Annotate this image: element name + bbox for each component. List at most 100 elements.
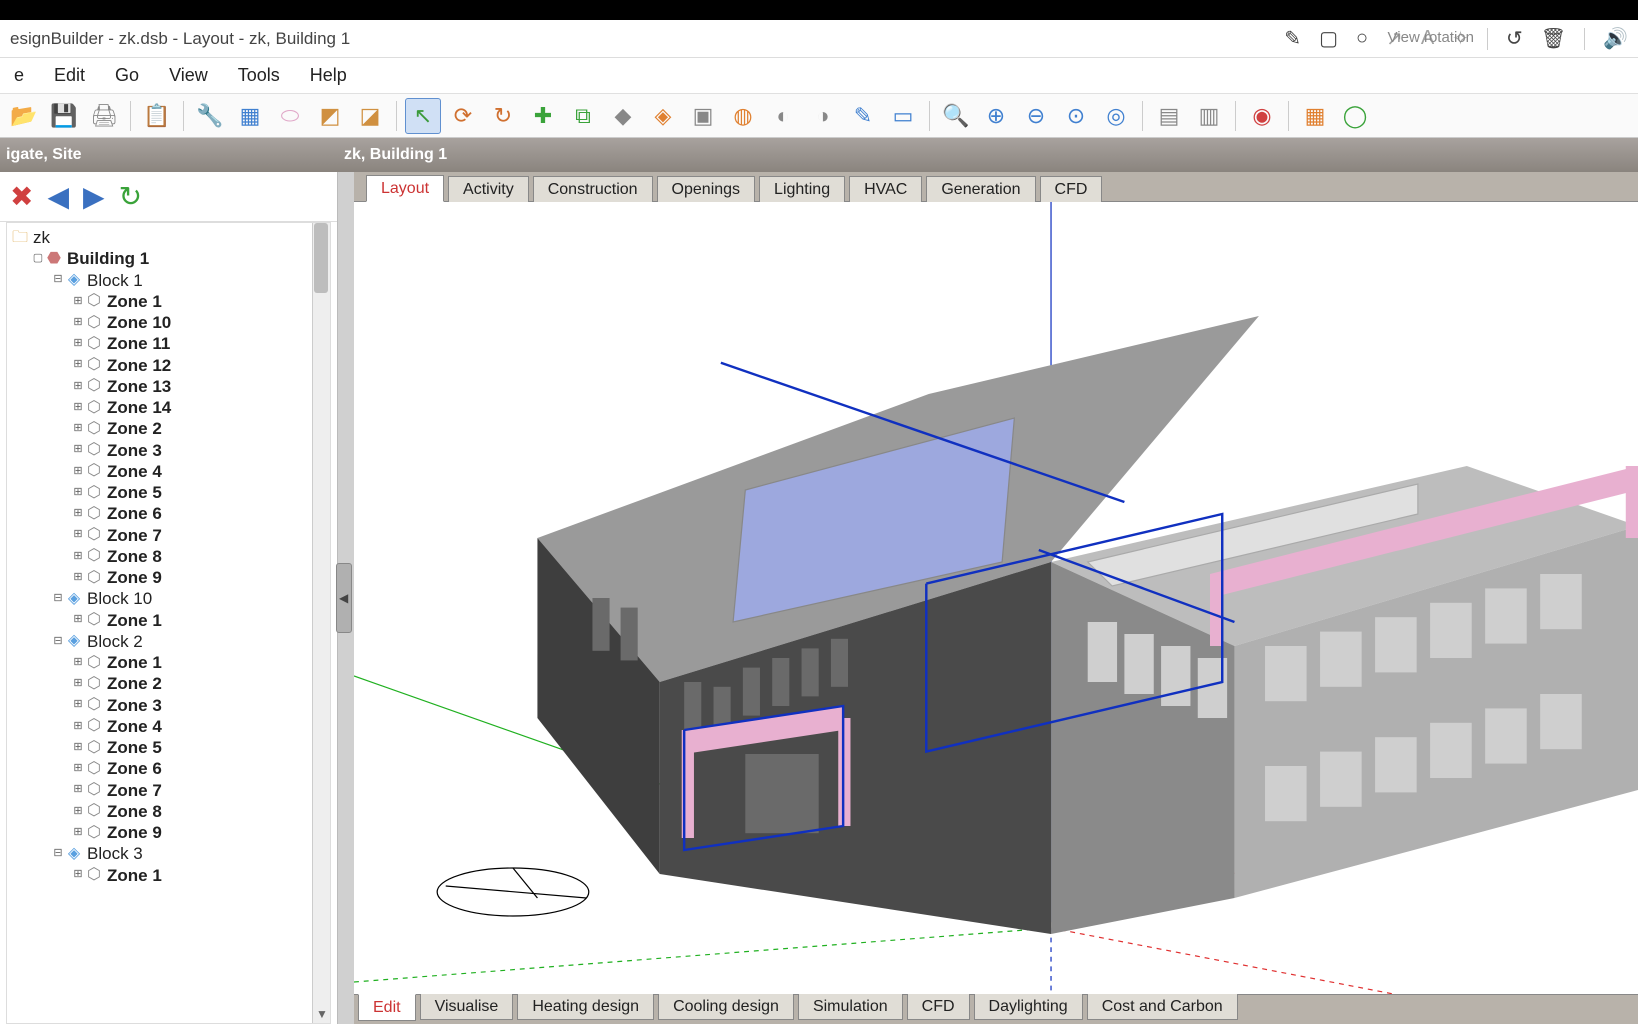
pencil-icon[interactable]: ✎: [1284, 26, 1301, 51]
tree-node-zone[interactable]: ⊞⬡Zone 1: [9, 610, 328, 631]
shade-icon[interactable]: ◈: [645, 98, 681, 134]
tab-bottom-daylighting[interactable]: Daylighting: [974, 994, 1083, 1020]
tree-node-zone[interactable]: ⊞⬡Zone 3: [9, 440, 328, 461]
lca-icon[interactable]: ◯: [1337, 98, 1373, 134]
zoomfit-icon[interactable]: ⊙: [1058, 98, 1094, 134]
menu-go[interactable]: Go: [109, 63, 145, 88]
tab-top-cfd[interactable]: CFD: [1040, 176, 1103, 202]
zoom-icon[interactable]: 🔍: [938, 98, 974, 134]
rotate-icon[interactable]: ⟳: [445, 98, 481, 134]
tree-node-zone[interactable]: ⊞⬡Zone 7: [9, 780, 328, 801]
wrench-icon[interactable]: 🔧: [192, 98, 228, 134]
tree-node-zone[interactable]: ⊞⬡Zone 1: [9, 291, 328, 312]
open-icon[interactable]: 📂: [6, 98, 42, 134]
tab-top-layout[interactable]: Layout: [366, 175, 444, 202]
menu-help[interactable]: Help: [304, 63, 353, 88]
tree-node-zone[interactable]: ⊞⬡Zone 5: [9, 482, 328, 503]
speaker-icon[interactable]: 🔊: [1603, 26, 1628, 51]
tree-node-site[interactable]: 🗀zk: [9, 227, 328, 248]
tree-node-zone[interactable]: ⊞⬡Zone 11: [9, 333, 328, 354]
tab-bottom-edit[interactable]: Edit: [358, 994, 416, 1021]
target-icon[interactable]: ◉: [1244, 98, 1280, 134]
tree-node-zone[interactable]: ⊞⬡Zone 4: [9, 461, 328, 482]
array-icon[interactable]: ⧉: [565, 98, 601, 134]
tab-bottom-heating-design[interactable]: Heating design: [517, 994, 654, 1020]
splitter-grip[interactable]: [336, 563, 352, 633]
tab-top-openings[interactable]: Openings: [657, 176, 756, 202]
tree-node-zone[interactable]: ⊞⬡Zone 9: [9, 822, 328, 843]
tree-node-zone[interactable]: ⊞⬡Zone 5: [9, 737, 328, 758]
menu-e[interactable]: e: [8, 63, 30, 88]
check-icon[interactable]: ▦: [1297, 98, 1333, 134]
menu-tools[interactable]: Tools: [232, 63, 286, 88]
tree-scrollbar[interactable]: ▲ ▼: [312, 223, 330, 1023]
tree-node-zone[interactable]: ⊞⬡Zone 2: [9, 418, 328, 439]
tree-node-zone[interactable]: ⊞⬡Zone 9: [9, 567, 328, 588]
tab-top-hvac[interactable]: HVAC: [849, 176, 922, 202]
tree-node-block[interactable]: ⊟◈Block 2: [9, 631, 328, 652]
tree-node-zone[interactable]: ⊞⬡Zone 7: [9, 525, 328, 546]
tab-bottom-simulation[interactable]: Simulation: [798, 994, 903, 1020]
scroll-down-icon[interactable]: ▼: [316, 1007, 328, 1021]
print-icon[interactable]: 🖨: [86, 98, 122, 134]
zoomin-icon[interactable]: ⊕: [978, 98, 1014, 134]
eraser-icon[interactable]: ⬭: [272, 98, 308, 134]
tree-node-zone[interactable]: ⊞⬡Zone 6: [9, 758, 328, 779]
tree-node-zone[interactable]: ⊞⬡Zone 1: [9, 652, 328, 673]
tree-node-zone[interactable]: ⊞⬡Zone 4: [9, 716, 328, 737]
add-green-icon[interactable]: ✚: [525, 98, 561, 134]
circle-icon[interactable]: ○: [1356, 27, 1368, 50]
tree-node-building[interactable]: ▢⬣Building 1: [9, 248, 328, 269]
cylinder-icon[interactable]: ◍: [725, 98, 761, 134]
tree-forward-icon[interactable]: ▶: [83, 180, 105, 213]
orbit-icon[interactable]: ↻: [485, 98, 521, 134]
tab-bottom-cooling-design[interactable]: Cooling design: [658, 994, 794, 1020]
edit-icon[interactable]: ✎: [845, 98, 881, 134]
select-icon[interactable]: ↖: [405, 98, 441, 134]
model-viewport[interactable]: [354, 202, 1638, 994]
tree-node-block[interactable]: ⊟◈Block 10: [9, 588, 328, 609]
tree-refresh-icon[interactable]: ↻: [119, 180, 142, 213]
zoomout-icon[interactable]: ⊖: [1018, 98, 1054, 134]
tree-node-zone[interactable]: ⊞⬡Zone 12: [9, 355, 328, 376]
block-dup-icon[interactable]: ◪: [352, 98, 388, 134]
tree-node-zone[interactable]: ⊞⬡Zone 8: [9, 546, 328, 567]
frame-icon[interactable]: ▣: [685, 98, 721, 134]
clipboard-icon[interactable]: 📋: [139, 98, 175, 134]
scroll-thumb[interactable]: [314, 223, 328, 293]
tree-node-zone[interactable]: ⊞⬡Zone 1: [9, 865, 328, 886]
tree-node-zone[interactable]: ⊞⬡Zone 10: [9, 312, 328, 333]
diamond-icon[interactable]: ◆: [605, 98, 641, 134]
tree-delete-icon[interactable]: ✖: [10, 180, 33, 213]
tab-top-construction[interactable]: Construction: [533, 176, 653, 202]
circletool-icon[interactable]: ◎: [1098, 98, 1134, 134]
site-tree[interactable]: 🗀zk▢⬣Building 1⊟◈Block 1⊞⬡Zone 1⊞⬡Zone 1…: [7, 223, 330, 890]
tree-node-zone[interactable]: ⊞⬡Zone 6: [9, 503, 328, 524]
tree-node-zone[interactable]: ⊞⬡Zone 8: [9, 801, 328, 822]
panel2-icon[interactable]: ▥: [1191, 98, 1227, 134]
tree-back-icon[interactable]: ◀: [47, 180, 69, 213]
rect-blue-icon[interactable]: ▭: [885, 98, 921, 134]
tree-node-zone[interactable]: ⊞⬡Zone 14: [9, 397, 328, 418]
trash-icon[interactable]: 🗑: [1541, 26, 1566, 51]
undo-icon[interactable]: ↺: [1506, 26, 1523, 51]
square-icon[interactable]: ▢: [1319, 26, 1338, 51]
tab-top-generation[interactable]: Generation: [926, 176, 1035, 202]
save-icon[interactable]: 💾: [46, 98, 82, 134]
menu-edit[interactable]: Edit: [48, 63, 91, 88]
grid-icon[interactable]: ▦: [232, 98, 268, 134]
tab-bottom-cost-and-carbon[interactable]: Cost and Carbon: [1087, 994, 1238, 1020]
tree-node-zone[interactable]: ⊞⬡Zone 13: [9, 376, 328, 397]
tab-bottom-cfd[interactable]: CFD: [907, 994, 970, 1020]
copyobj-icon[interactable]: ◑: [805, 98, 841, 134]
splitter[interactable]: [338, 172, 354, 1024]
block-add-icon[interactable]: ◩: [312, 98, 348, 134]
tab-bottom-visualise[interactable]: Visualise: [420, 994, 514, 1020]
tree-node-block[interactable]: ⊟◈Block 1: [9, 270, 328, 291]
half-icon[interactable]: ◐: [765, 98, 801, 134]
tab-top-lighting[interactable]: Lighting: [759, 176, 845, 202]
tree-node-zone[interactable]: ⊞⬡Zone 3: [9, 695, 328, 716]
tree-node-zone[interactable]: ⊞⬡Zone 2: [9, 673, 328, 694]
tab-top-activity[interactable]: Activity: [448, 176, 529, 202]
tree-node-block[interactable]: ⊟◈Block 3: [9, 843, 328, 864]
